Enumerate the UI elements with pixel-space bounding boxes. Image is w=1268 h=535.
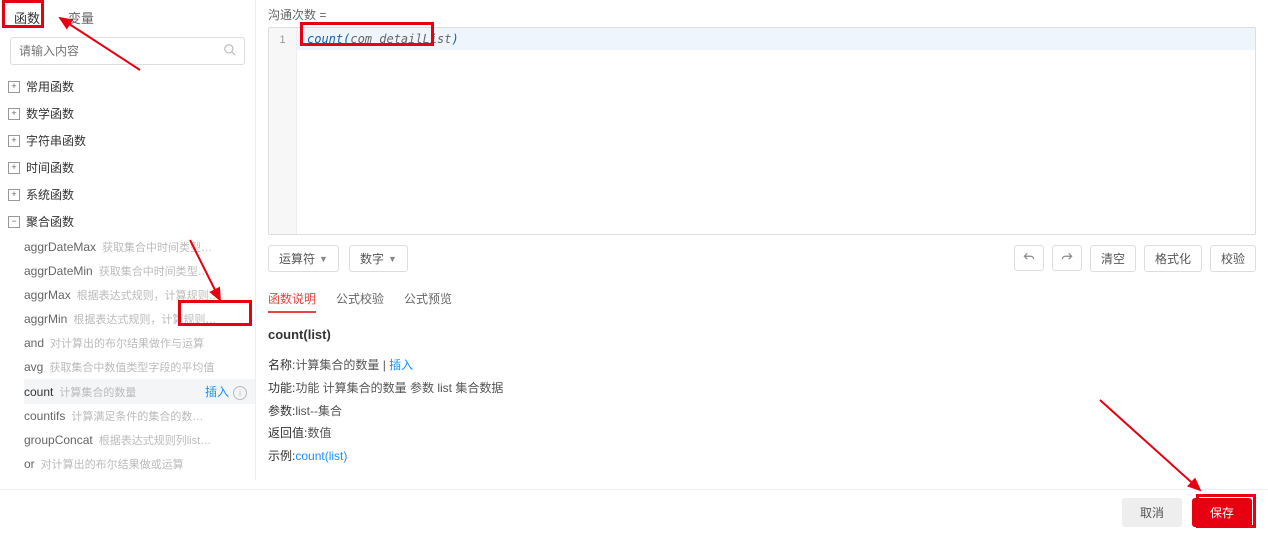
info-icon[interactable]: i [233, 386, 247, 400]
editor-toolbar: 运算符▼ 数字▼ 清空 格式化 校验 [268, 245, 1256, 272]
tab-variable[interactable]: 变量 [64, 6, 98, 29]
fn-desc: 计算满足条件的集合的数… [71, 408, 247, 424]
fn-name: aggrDateMax [24, 240, 96, 254]
collapse-icon[interactable]: − [8, 216, 20, 228]
tree-category-label: 时间函数 [26, 159, 74, 176]
fn-desc: 根据表达式规则，计算规则… [73, 311, 247, 327]
function-tree: +常用函数+数学函数+字符串函数+时间函数+系统函数−聚合函数aggrDateM… [0, 73, 255, 480]
tree-category[interactable]: −聚合函数 [0, 208, 255, 235]
search-input[interactable] [10, 37, 245, 65]
fn-item-and[interactable]: and 对计算出的布尔结果做作与运算 [24, 331, 255, 355]
tree-category[interactable]: + 数学函数 [0, 100, 255, 127]
doc-tab-desc[interactable]: 函数说明 [268, 286, 316, 311]
doc-name-row: 名称:计算集合的数量 | 插入 [268, 354, 1256, 377]
tab-function[interactable]: 函数 [10, 6, 44, 29]
fn-name: count [24, 385, 53, 399]
number-dropdown[interactable]: 数字▼ [349, 245, 408, 272]
fn-desc: 获取集合中数值类型字段的平均值 [49, 359, 247, 375]
footer: 取消 保存 [0, 489, 1268, 535]
fn-name: aggrMin [24, 312, 67, 326]
clear-button[interactable]: 清空 [1090, 245, 1136, 272]
doc-param-row: 参数:list--集合 [268, 400, 1256, 423]
fn-item-aggrMax[interactable]: aggrMax 根据表达式规则，计算规则… [24, 283, 255, 307]
formula-header: 沟通次数 = [268, 6, 1256, 23]
fn-desc: 获取集合中时间类型… [102, 239, 247, 255]
expand-icon[interactable]: + [8, 81, 20, 93]
fn-name: or [24, 457, 35, 471]
tree-category-label: 聚合函数 [26, 213, 74, 230]
main: 沟通次数 = 1 count(com_detailList) 运算符▼ 数字▼ … [256, 0, 1268, 480]
undo-button[interactable] [1014, 245, 1044, 271]
chevron-down-icon: ▼ [319, 254, 328, 264]
search-wrap [0, 33, 255, 73]
fn-item-groupConcat[interactable]: groupConcat 根据表达式规则列list… [24, 428, 255, 452]
fn-name: and [24, 336, 44, 350]
doc-title: count(list) [268, 323, 1256, 348]
expand-icon[interactable]: + [8, 189, 20, 201]
save-button[interactable]: 保存 [1192, 498, 1252, 527]
chevron-down-icon: ▼ [388, 254, 397, 264]
doc-func-row: 功能:功能 计算集合的数量 参数 list 集合数据 [268, 377, 1256, 400]
doc-body: count(list) 名称:计算集合的数量 | 插入 功能:功能 计算集合的数… [268, 311, 1256, 480]
side-tabs: 函数 变量 [0, 0, 255, 33]
fn-name: countifs [24, 409, 65, 423]
validate-button[interactable]: 校验 [1210, 245, 1256, 272]
formula-fn-token: count [307, 32, 343, 46]
doc-insert-link[interactable]: 插入 [389, 358, 413, 372]
fn-desc: 根据表达式规则，计算规则… [77, 287, 247, 303]
fn-desc: 对计算出的布尔结果做或运算 [41, 456, 247, 472]
doc-example-row: 示例:count(list) [268, 445, 1256, 468]
fn-desc: 计算集合的数量 [59, 384, 205, 400]
formula-editor[interactable]: 1 count(com_detailList) [268, 27, 1256, 235]
fn-item-count[interactable]: count 计算集合的数量插入 i [24, 379, 255, 404]
tree-category-label: 系统函数 [26, 186, 74, 203]
fn-name: avg [24, 360, 43, 374]
tree-category[interactable]: + 系统函数 [0, 181, 255, 208]
sidebar: 函数 变量 +常用函数+数学函数+字符串函数+时间函数+系统函数−聚合函数agg… [0, 0, 256, 480]
fn-item-countifs[interactable]: countifs 计算满足条件的集合的数… [24, 404, 255, 428]
tree-category[interactable]: + 字符串函数 [0, 127, 255, 154]
format-button[interactable]: 格式化 [1144, 245, 1202, 272]
tree-category-label: 常用函数 [26, 78, 74, 95]
tree-category[interactable]: + 常用函数 [0, 73, 255, 100]
redo-button[interactable] [1052, 245, 1082, 271]
formula-arg-token: com_detailList [350, 32, 451, 46]
expand-icon[interactable]: + [8, 162, 20, 174]
operator-dropdown[interactable]: 运算符▼ [268, 245, 339, 272]
tree-category-label: 字符串函数 [26, 132, 86, 149]
cancel-button[interactable]: 取消 [1122, 498, 1182, 527]
tree-category[interactable]: + 时间函数 [0, 154, 255, 181]
doc-tab-check[interactable]: 公式校验 [336, 286, 384, 311]
tree-category-label: 数学函数 [26, 105, 74, 122]
doc-tabs: 函数说明 公式校验 公式预览 [268, 286, 1256, 311]
fn-desc: 对计算出的布尔结果做作与运算 [50, 335, 247, 351]
fn-item-aggrDateMin[interactable]: aggrDateMin 获取集合中时间类型… [24, 259, 255, 283]
fn-item-or[interactable]: or 对计算出的布尔结果做或运算 [24, 452, 255, 476]
editor-line[interactable]: count(com_detailList) [297, 28, 1255, 50]
search-icon[interactable] [223, 43, 237, 60]
doc-tab-preview[interactable]: 公式预览 [404, 286, 452, 311]
fn-insert-link[interactable]: 插入 [205, 383, 229, 400]
fn-name: aggrDateMin [24, 264, 93, 278]
fn-desc: 根据表达式规则列list… [99, 432, 247, 448]
expand-icon[interactable]: + [8, 135, 20, 147]
fn-name: aggrMax [24, 288, 71, 302]
fn-desc: 获取集合中时间类型… [99, 263, 247, 279]
fn-item-sum[interactable]: sum汇总求和 [24, 476, 255, 480]
fn-name: groupConcat [24, 433, 93, 447]
fn-item-aggrDateMax[interactable]: aggrDateMax 获取集合中时间类型… [24, 235, 255, 259]
doc-return-row: 返回值:数值 [268, 422, 1256, 445]
expand-icon[interactable]: + [8, 108, 20, 120]
fn-item-aggrMin[interactable]: aggrMin 根据表达式规则，计算规则… [24, 307, 255, 331]
fn-item-avg[interactable]: avg 获取集合中数值类型字段的平均值 [24, 355, 255, 379]
editor-gutter: 1 [269, 28, 297, 234]
